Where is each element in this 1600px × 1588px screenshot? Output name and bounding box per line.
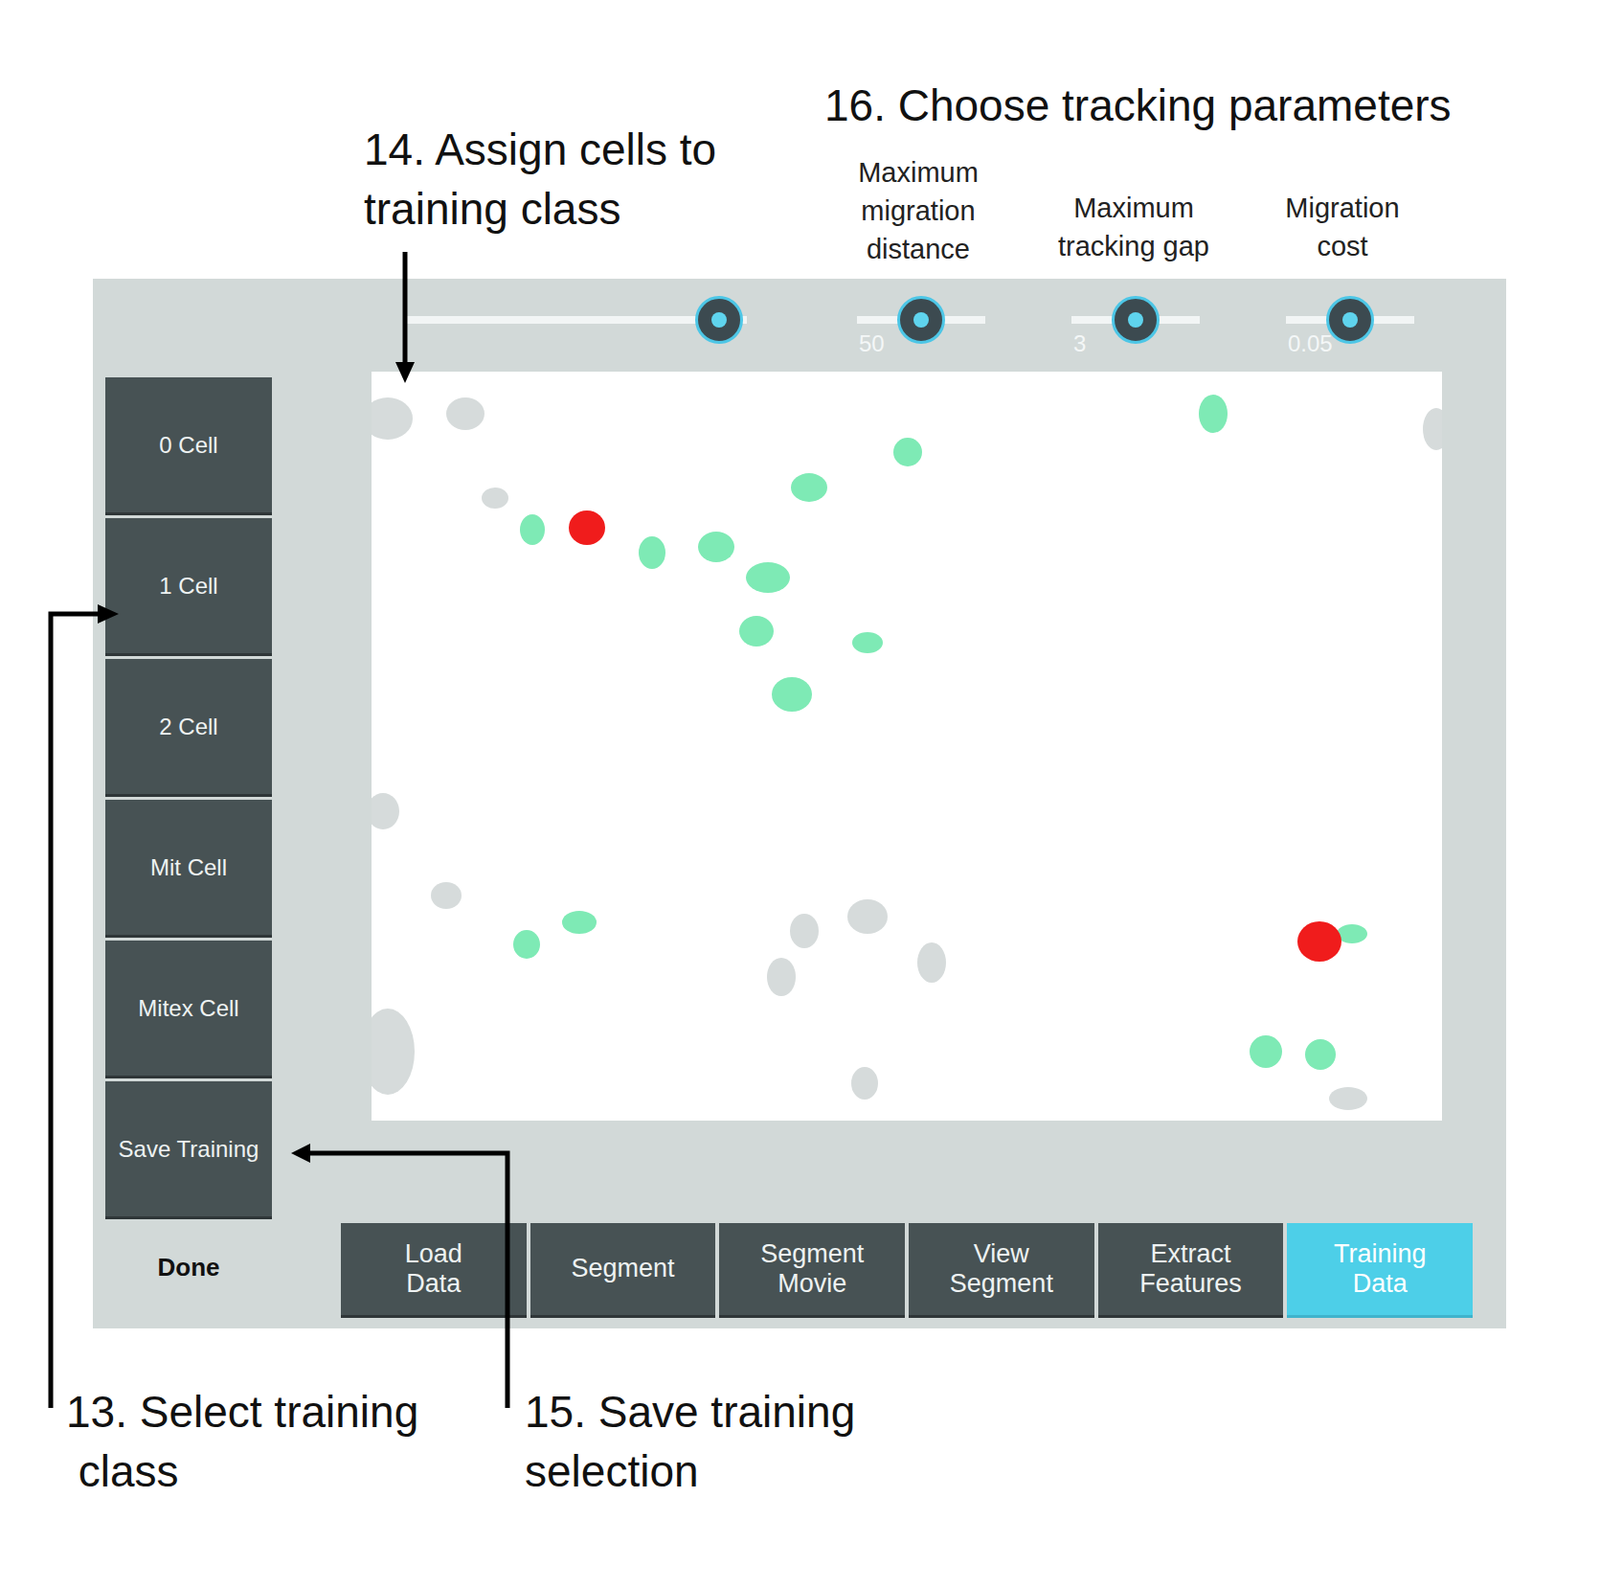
cell[interactable] — [851, 1066, 879, 1100]
tab[interactable]: View Segment — [908, 1222, 1095, 1318]
class-button[interactable]: 2 Cell — [105, 658, 272, 797]
arrow-down-icon — [403, 251, 408, 364]
cell[interactable] — [847, 899, 888, 934]
class-button[interactable]: Save Training — [105, 1081, 272, 1219]
cell[interactable] — [852, 631, 883, 654]
cell[interactable] — [771, 676, 812, 712]
cell[interactable] — [513, 929, 541, 959]
cell[interactable] — [371, 792, 400, 830]
annotation-parameters: 16. Choose tracking parameters — [824, 75, 1452, 136]
annotation-arrows — [0, 0, 1600, 1588]
slider[interactable]: 0.05 — [1285, 295, 1415, 344]
cell[interactable] — [893, 437, 923, 467]
arrow-left-icon — [308, 1152, 508, 1408]
main-area: 50 3 0.05 Load DataSegmentSegment MovieView… — [340, 278, 1473, 1329]
tab[interactable]: Training Data — [1286, 1222, 1473, 1318]
slider[interactable]: 3 — [1071, 295, 1200, 344]
class-button[interactable]: Mit Cell — [105, 799, 272, 938]
cell[interactable] — [917, 942, 947, 983]
cell[interactable] — [1249, 1035, 1283, 1068]
tab[interactable]: Load Data — [340, 1222, 527, 1318]
slider-row: 50 3 0.05 — [340, 278, 1473, 372]
cell[interactable] — [698, 531, 735, 563]
cell[interactable] — [1329, 1086, 1368, 1110]
figure: 0 Cell1 Cell2 CellMit CellMitex CellSave… — [0, 0, 1600, 1588]
arrow-right-icon — [50, 613, 100, 1408]
tab[interactable]: Segment — [530, 1222, 717, 1318]
cell[interactable] — [745, 562, 790, 593]
slider-value: 3 — [1073, 330, 1086, 358]
tab[interactable]: Segment Movie — [719, 1222, 905, 1318]
cell[interactable] — [638, 536, 666, 569]
annotation-assign: 14. Assign cells to training class — [363, 119, 717, 239]
cell[interactable] — [562, 910, 597, 934]
cell[interactable] — [446, 397, 485, 430]
cell[interactable] — [371, 1008, 415, 1095]
cell[interactable] — [766, 957, 796, 996]
cell[interactable] — [519, 514, 545, 545]
cell[interactable] — [371, 397, 413, 440]
cell[interactable] — [790, 473, 828, 502]
cell[interactable] — [739, 615, 774, 647]
cell[interactable] — [789, 913, 819, 948]
slider-value: 50 — [858, 330, 885, 358]
slider-value: 0.05 — [1287, 330, 1333, 358]
slider-knob[interactable] — [897, 295, 946, 344]
cell[interactable] — [1305, 1038, 1336, 1070]
cell[interactable] — [430, 881, 462, 909]
slider[interactable]: 50 — [856, 295, 986, 344]
segmentation-canvas[interactable] — [371, 371, 1443, 1121]
slider-knob[interactable] — [1111, 295, 1160, 344]
parameter-label: Maximum tracking gap — [1018, 188, 1249, 266]
class-sidebar: 0 Cell1 Cell2 CellMit CellMitex CellSave… — [105, 278, 272, 1329]
cells-image — [371, 371, 1443, 1121]
annotation-select: 13. Select training class — [66, 1381, 419, 1501]
slider[interactable] — [403, 295, 747, 344]
parameter-label: Maximum migration distance — [803, 153, 1034, 269]
slider-knob[interactable] — [1326, 295, 1375, 344]
cell[interactable] — [1198, 394, 1228, 433]
annotation-save: 15. Save training selection — [524, 1381, 856, 1501]
cell[interactable] — [481, 487, 509, 509]
cell[interactable] — [1422, 407, 1443, 451]
class-button[interactable]: Mitex Cell — [105, 940, 272, 1079]
cell[interactable] — [1297, 921, 1342, 962]
class-button[interactable]: 0 Cell — [105, 377, 272, 516]
app-window: 0 Cell1 Cell2 CellMit CellMitex CellSave… — [92, 278, 1507, 1329]
tab-bar: Load DataSegmentSegment MovieView Segmen… — [340, 1222, 1473, 1318]
cell[interactable] — [568, 510, 606, 545]
tab[interactable]: Extract Features — [1098, 1222, 1285, 1318]
class-button[interactable]: 1 Cell — [105, 518, 272, 656]
parameter-label: Migration cost — [1227, 188, 1458, 266]
slider-knob[interactable] — [695, 295, 744, 344]
done-label[interactable]: Done — [105, 1221, 272, 1283]
